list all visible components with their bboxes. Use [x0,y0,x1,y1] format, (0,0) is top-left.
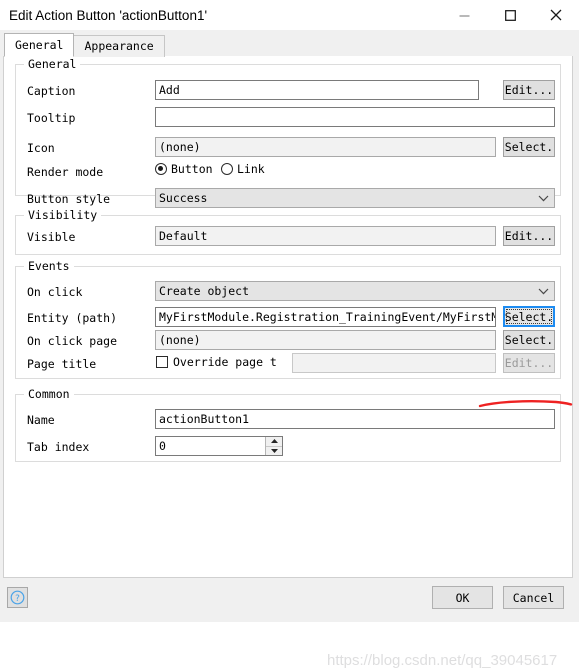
icon-label: Icon [27,141,55,155]
visible-edit-button[interactable]: Edit... [503,226,555,246]
button-style-label: Button style [27,192,111,206]
render-mode-link-label: Link [237,162,265,176]
icon-select-button[interactable]: Select. [503,137,555,157]
close-icon[interactable] [533,0,579,30]
entity-path-input[interactable]: MyFirstModule.Registration_TrainingEvent… [155,307,496,327]
tooltip-label: Tooltip [27,111,76,125]
override-page-title-checkbox[interactable]: Override page t [156,355,277,369]
caption-label: Caption [27,84,76,98]
render-mode-option-button[interactable]: Button [155,162,213,176]
tab-index-label: Tab index [27,440,90,454]
group-visibility-title: Visibility [24,209,102,221]
radio-button-unselected-icon [221,163,233,175]
page-title-label: Page title [27,357,97,371]
maximize-icon[interactable] [487,0,533,30]
on-click-page-select-button[interactable]: Select. [503,330,555,350]
visible-label: Visible [27,230,76,244]
spinner-down-icon[interactable] [266,445,282,456]
on-click-select[interactable]: Create object [155,281,555,301]
svg-text:?: ? [15,594,20,604]
on-click-page-value: (none) [155,330,496,350]
tab-general[interactable]: General [4,33,75,57]
page-title-edit-button: Edit... [503,353,555,373]
render-mode-label: Render mode [27,165,104,179]
window-controls [441,0,579,30]
tab-index-value[interactable]: 0 [156,437,265,455]
override-page-title-label: Override page t [173,355,277,369]
caption-input[interactable]: Add [155,80,479,100]
group-events-title: Events [24,260,74,272]
radio-button-selected-icon [155,163,167,175]
on-click-page-label: On click page [27,334,118,348]
tab-strip: General Appearance [0,30,579,57]
tab-index-stepper[interactable]: 0 [155,436,283,456]
help-button[interactable]: ? [7,587,28,608]
entity-path-select-label: Select. [504,309,554,324]
minimize-icon[interactable] [441,0,487,30]
render-mode-button-label: Button [171,162,213,176]
group-events: Events On click Create object Entity (pa… [15,260,561,379]
group-common: Common Name actionButton1 Tab index 0 [15,388,561,462]
tooltip-input[interactable] [155,107,555,127]
on-click-label: On click [27,285,83,299]
on-click-value: Create object [159,284,250,298]
entity-path-label: Entity (path) [27,311,118,325]
page-title-input [292,353,496,373]
ok-button[interactable]: OK [432,586,493,609]
group-common-title: Common [24,388,74,400]
name-label: Name [27,413,55,427]
group-general-title: General [24,58,81,70]
checkbox-unchecked-icon [156,356,168,368]
chevron-down-icon [538,282,549,300]
visible-value: Default [155,226,496,246]
render-mode-option-link[interactable]: Link [221,162,265,176]
tab-index-spin-buttons[interactable] [265,437,282,455]
spinner-up-icon[interactable] [266,437,282,446]
dialog-body: General Caption Add Edit... Tooltip Icon… [0,56,579,669]
button-style-value: Success [159,191,208,205]
cancel-button[interactable]: Cancel [503,586,564,609]
name-input[interactable]: actionButton1 [155,409,555,429]
window-title: Edit Action Button 'actionButton1' [9,7,208,23]
chevron-down-icon [538,189,549,207]
group-general: General Caption Add Edit... Tooltip Icon… [15,58,561,208]
entity-path-select-button[interactable]: Select. [503,306,555,327]
group-visibility: Visibility Visible Default Edit... [15,209,561,255]
dialog-footer: ? OK Cancel [0,580,579,622]
title-bar: Edit Action Button 'actionButton1' [0,0,579,30]
question-circle-icon: ? [10,590,25,605]
general-tab-panel: General Caption Add Edit... Tooltip Icon… [3,56,573,578]
icon-value: (none) [155,137,496,157]
tab-appearance[interactable]: Appearance [73,35,165,57]
caption-edit-button[interactable]: Edit... [503,80,555,100]
watermark-text: https://blog.csdn.net/qq_39045617 [327,652,558,669]
button-style-select[interactable]: Success [155,188,555,208]
